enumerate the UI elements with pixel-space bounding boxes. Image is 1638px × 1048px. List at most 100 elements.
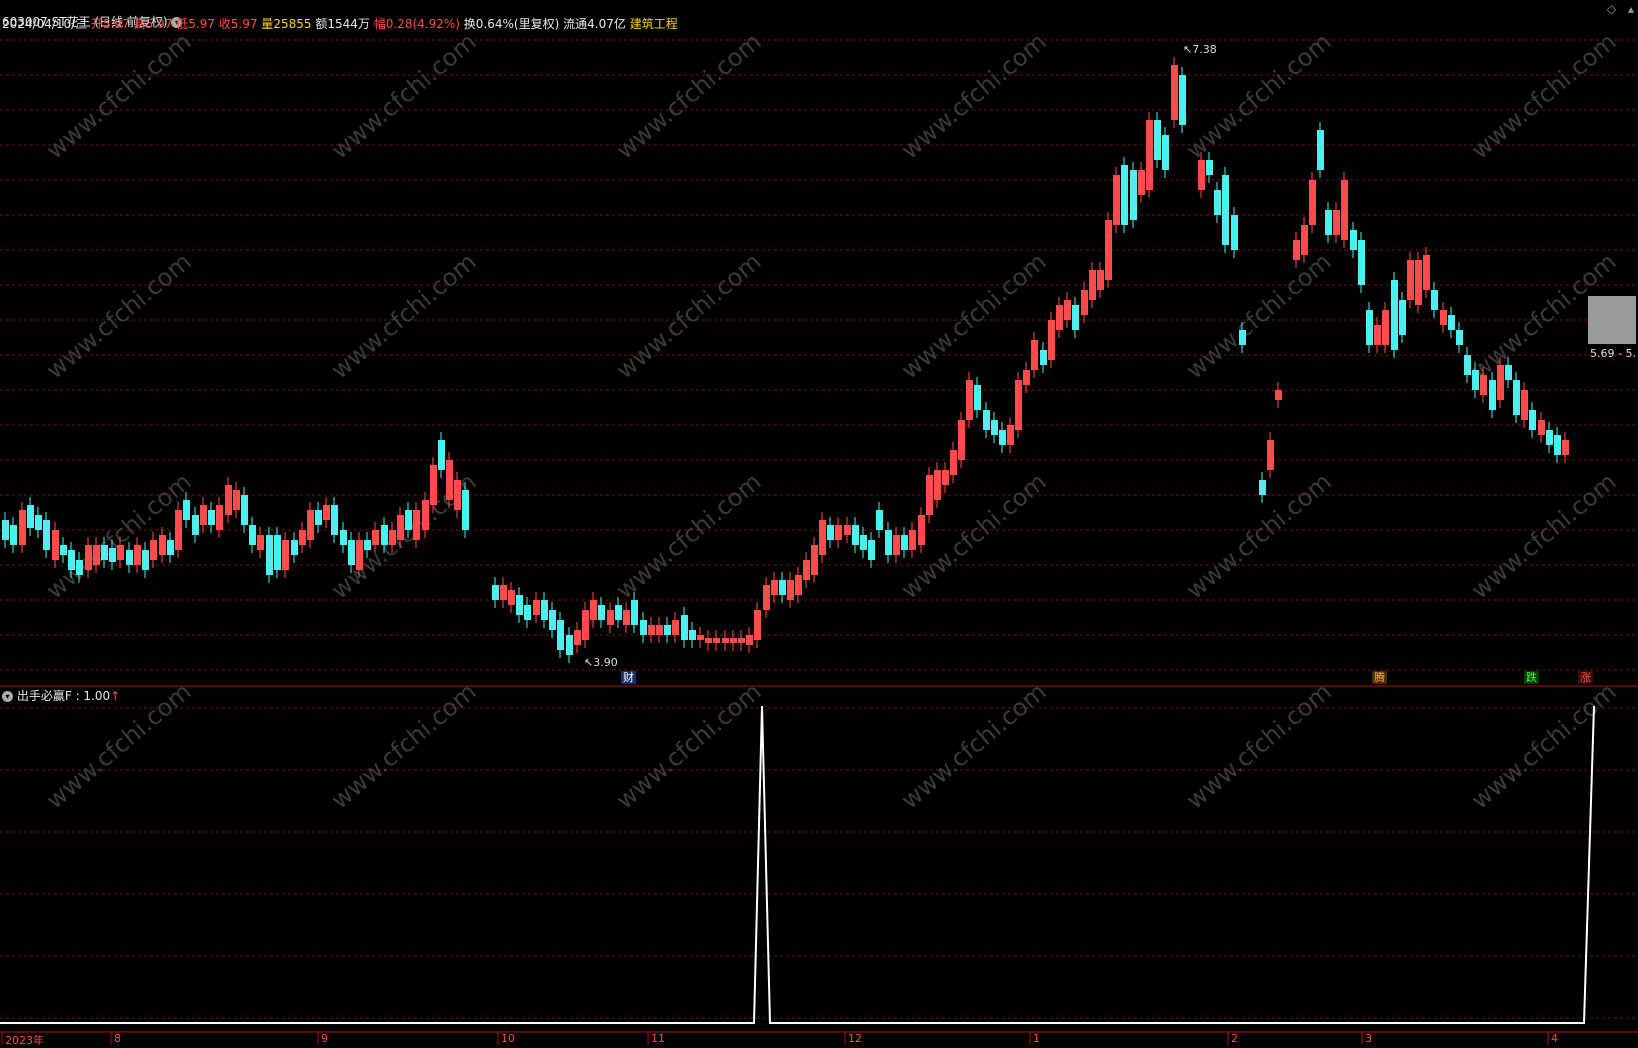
candle-body (615, 605, 622, 620)
low-price-marker: ↖3.90 (584, 656, 618, 669)
x-axis-label: 9 (321, 1032, 328, 1045)
watermark-text: www.cfchi.com (41, 27, 197, 164)
candle-body (1231, 215, 1238, 250)
candle-body (730, 638, 737, 643)
indicator-line (0, 705, 1595, 1024)
candle-body (340, 530, 347, 545)
watermark-text: www.cfchi.com (1181, 247, 1337, 384)
indicator-name[interactable]: 出手必赢F (17, 689, 72, 703)
candle-body (991, 420, 998, 435)
x-axis-ticks (1, 1032, 1549, 1045)
indicator-arrow: ↑ (110, 689, 121, 703)
candle-body (323, 505, 330, 520)
candle-body (372, 530, 379, 545)
candle-body (1309, 180, 1316, 225)
candle-body (159, 535, 166, 555)
candle-body (397, 515, 404, 540)
candle-body (1072, 305, 1079, 330)
chevron-down-icon[interactable]: ▾ (2, 691, 13, 702)
kline-chart[interactable]: www.cfchi.com www.cfchi.com www.cfchi.com w… (0, 0, 1638, 1045)
candle-body (713, 638, 720, 643)
x-axis-label: 1 (1033, 1032, 1040, 1045)
candle-body (795, 575, 802, 595)
candle-body (454, 480, 461, 510)
candle-body (233, 490, 240, 510)
candle-body (1497, 365, 1504, 400)
candle-body (208, 510, 215, 525)
candle-body (1423, 255, 1430, 290)
watermark-text: www.cfchi.com (326, 677, 482, 814)
badge-teng[interactable]: 腾 (1372, 671, 1387, 684)
candle-body (1529, 410, 1536, 430)
candle-body (282, 540, 289, 570)
candle-body (68, 550, 75, 570)
indicator-value: : 1.00 (75, 689, 111, 703)
candle-body (1546, 430, 1553, 445)
candle-body (43, 520, 50, 550)
candle-body (1391, 280, 1398, 350)
candle-body (93, 545, 100, 565)
candle-body (1407, 260, 1414, 300)
badge-cai[interactable]: 财 (621, 671, 636, 684)
candle-body (664, 625, 671, 635)
candle-body (150, 540, 157, 560)
candle-body (446, 460, 453, 500)
candle-body (10, 525, 17, 545)
candle-body (958, 420, 965, 460)
candle-body (274, 535, 281, 570)
candle-body (2, 520, 9, 540)
candle-body (413, 510, 420, 540)
candle-body (249, 525, 256, 545)
watermark-text: www.cfchi.com (611, 247, 767, 384)
candle-body (974, 385, 981, 410)
candle-body (175, 510, 182, 550)
candle-body (183, 500, 190, 520)
candle-body (1562, 440, 1569, 455)
candle-body (200, 505, 207, 525)
candle-body (779, 580, 786, 595)
candle-body (1162, 135, 1169, 170)
candle-body (1031, 340, 1038, 370)
candle-body (1333, 210, 1340, 235)
candle-body (60, 545, 67, 555)
candle-body (1138, 170, 1145, 195)
x-axis-label: 10 (501, 1032, 515, 1045)
candle-body (1374, 325, 1381, 345)
candle-body (557, 620, 564, 650)
candle-body (462, 490, 469, 530)
candle-body (860, 535, 867, 550)
candle-body (656, 625, 663, 635)
candle-body (19, 510, 26, 545)
candle-body (216, 505, 223, 530)
badge-zhang[interactable]: 涨 (1578, 671, 1593, 684)
candle-body (1171, 65, 1178, 120)
candle-body (1239, 330, 1246, 345)
candle-body (1081, 290, 1088, 315)
candle-body (582, 610, 589, 640)
candle-body (819, 520, 826, 555)
candle-body (942, 470, 949, 485)
candle-body (926, 475, 933, 515)
watermark-text: www.cfchi.com (326, 247, 482, 384)
candle-body (1366, 310, 1373, 345)
candle-body (541, 600, 548, 620)
candle-body (516, 595, 523, 615)
candle-body (430, 465, 437, 505)
candle-body (27, 505, 34, 528)
watermark-text: www.cfchi.com (896, 677, 1052, 814)
candle-body (101, 545, 108, 560)
candle-body (844, 525, 851, 535)
candle-body (754, 610, 761, 640)
candle-body (35, 515, 42, 530)
candle-body (1023, 370, 1030, 385)
watermark-text: www.cfchi.com (896, 247, 1052, 384)
candle-body (1130, 170, 1137, 220)
candle-body (1521, 390, 1528, 420)
candle-body (1350, 230, 1357, 250)
candle-body (1317, 130, 1324, 170)
candle-body (672, 620, 679, 635)
watermark-text: www.cfchi.com (896, 27, 1052, 164)
candle-body (631, 600, 638, 625)
badge-die[interactable]: 跌 (1524, 671, 1539, 684)
x-axis-label: 4 (1551, 1032, 1558, 1045)
